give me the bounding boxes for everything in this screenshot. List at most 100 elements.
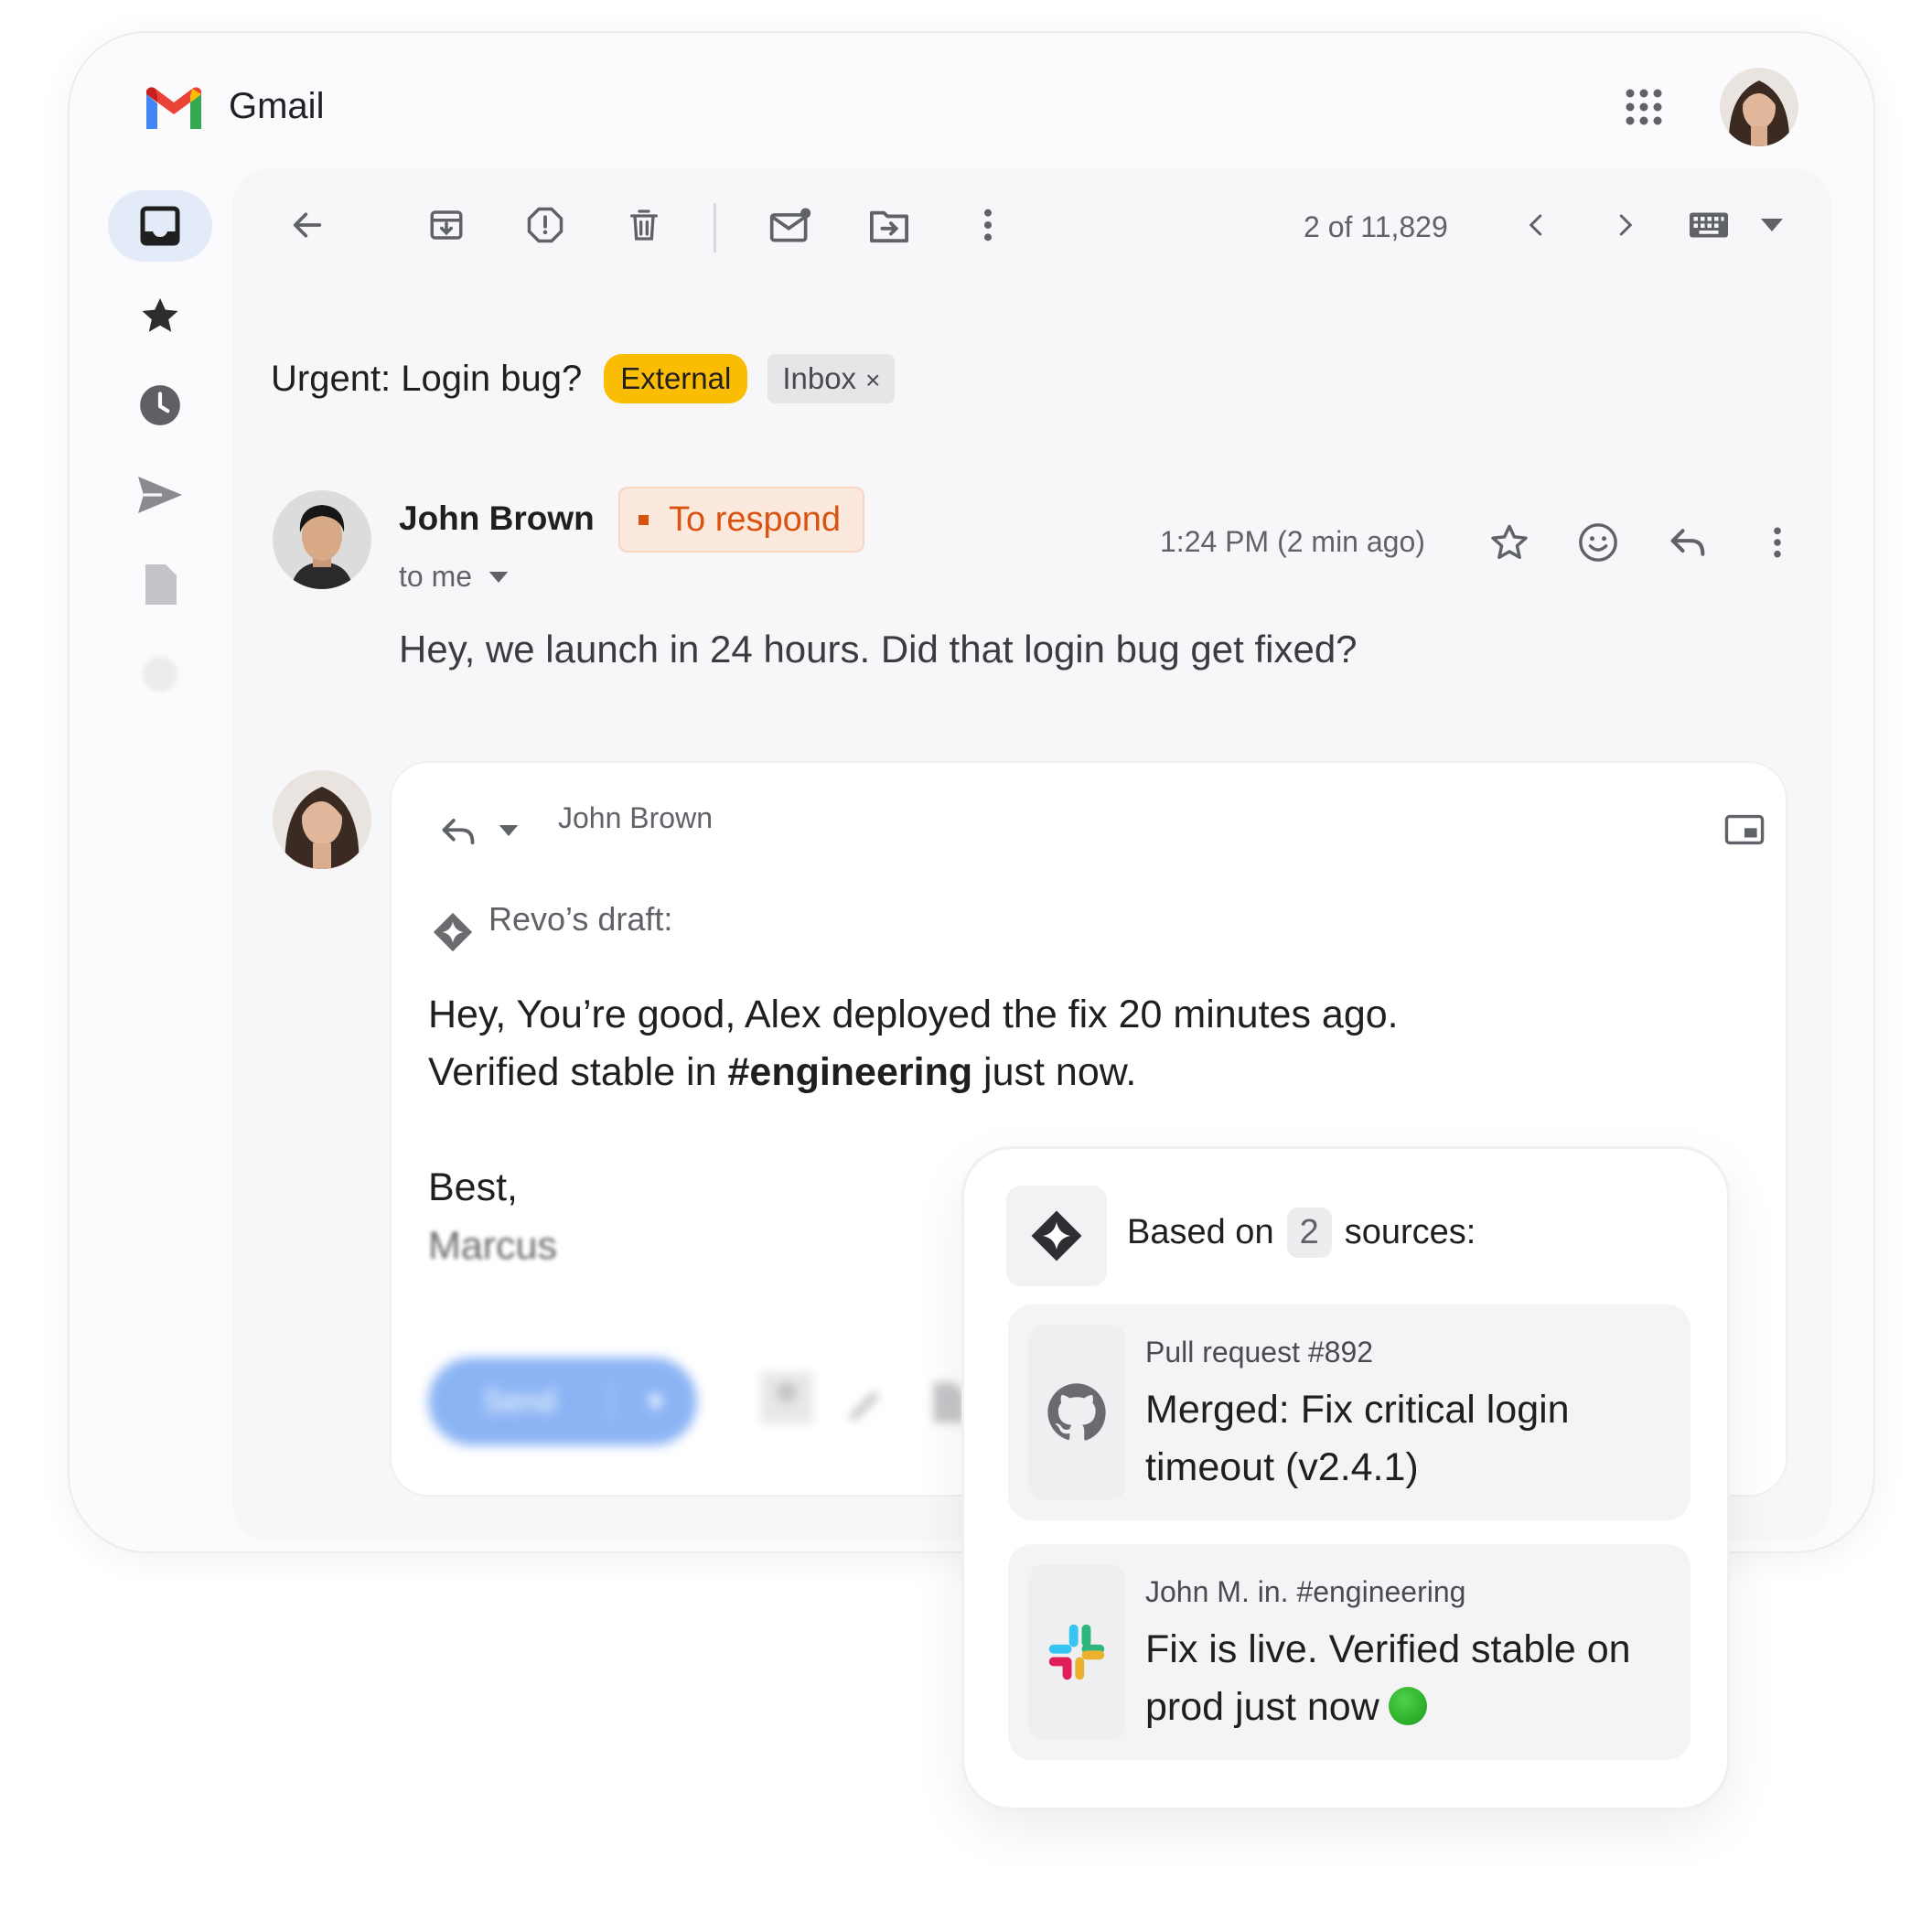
source-text: Fix is live. Verified stable on prod jus… [1145, 1621, 1667, 1736]
draft-label: Revo’s draft: [488, 900, 673, 938]
send-button[interactable]: Send ▾ [428, 1358, 697, 1445]
older-button[interactable] [1603, 203, 1647, 247]
green-circle-icon [1388, 1687, 1427, 1725]
gmail-logo-icon [146, 87, 201, 129]
signature: Marcus [428, 1224, 557, 1268]
to-respond-label: To respond [669, 499, 842, 539]
source-icon-box [1028, 1564, 1125, 1740]
rail-inbox[interactable] [108, 190, 212, 262]
send-icon [138, 477, 182, 513]
recipients-toggle[interactable]: to me [399, 560, 509, 594]
clock-icon [140, 385, 180, 425]
draft-file-icon [145, 564, 177, 605]
slack-icon [1048, 1624, 1105, 1680]
back-button[interactable] [285, 203, 329, 247]
draft-line-2: Verified stable in #engineering just now… [428, 1044, 1399, 1101]
keyboard-icon [1690, 212, 1728, 238]
arrow-left-icon [293, 212, 322, 238]
more-vert-icon [1774, 527, 1781, 558]
inbox-icon [140, 206, 180, 246]
rail-sent[interactable] [108, 459, 212, 531]
draft-line-1: Hey, You’re good, Alex deployed the fix … [428, 993, 1399, 1036]
message-more-button[interactable] [1755, 520, 1800, 565]
rail-drafts[interactable] [108, 549, 212, 620]
source-meta: John M. in. #engineering [1145, 1575, 1466, 1608]
caret-down-icon [1761, 219, 1783, 231]
send-label: Send [483, 1383, 556, 1419]
tag-dot [639, 514, 649, 525]
message-body: Hey, we launch in 24 hours. Did that log… [399, 628, 1358, 671]
star-icon [142, 298, 178, 332]
smiley-icon [1579, 523, 1617, 562]
draft-body[interactable]: Hey, You’re good, Alex deployed the fix … [428, 986, 1399, 1101]
channel-mention: #engineering [727, 1050, 973, 1094]
mark-unread-button[interactable] [768, 203, 812, 247]
sources-icon-box [1006, 1186, 1107, 1286]
pen-icon[interactable] [843, 1381, 889, 1427]
pop-out-icon[interactable] [1723, 814, 1766, 845]
chevron-right-icon [1619, 214, 1633, 236]
mail-unread-icon [769, 208, 811, 242]
account-avatar[interactable] [1720, 68, 1798, 146]
toolbar-divider [714, 203, 716, 252]
reply-type-caret-icon[interactable] [499, 825, 519, 836]
reply-button[interactable] [1665, 520, 1711, 565]
file-icon[interactable] [929, 1379, 966, 1425]
spam-icon [142, 656, 178, 692]
more-actions-button[interactable] [966, 203, 1010, 247]
sign-off: Best, [428, 1165, 518, 1209]
revo-sparkle-icon [1031, 1210, 1082, 1261]
more-vert-icon [984, 209, 992, 242]
app-title: Gmail [229, 86, 325, 126]
source-text: Merged: Fix critical login timeout (v2.4… [1145, 1388, 1570, 1489]
sources-title: Based on 2 sources: [1127, 1208, 1476, 1258]
emoji-react-button[interactable] [1575, 520, 1621, 565]
draft-line-2-prefix: Verified stable in [428, 1050, 728, 1094]
source-icon-box [1028, 1325, 1125, 1500]
sources-title-suffix: sources: [1344, 1213, 1476, 1251]
reply-icon[interactable] [439, 814, 478, 849]
delete-button[interactable] [622, 203, 666, 247]
rail-snoozed[interactable] [108, 370, 212, 441]
reply-recipient[interactable]: John Brown [558, 801, 713, 835]
subject-row: Urgent: Login bug? External Inbox × [271, 351, 896, 406]
sources-title-prefix: Based on [1127, 1213, 1274, 1251]
rail-starred[interactable] [108, 280, 212, 351]
report-icon [527, 207, 564, 243]
move-folder-icon [870, 210, 908, 243]
message-time: 1:24 PM (2 min ago) [1160, 525, 1425, 558]
move-to-button[interactable] [867, 203, 911, 247]
sender-avatar[interactable] [273, 490, 371, 589]
github-icon [1047, 1383, 1106, 1441]
email-subject: Urgent: Login bug? [271, 358, 583, 399]
revo-sparkle-icon [433, 912, 473, 952]
to-respond-tag: To respond [618, 487, 865, 553]
sender-name[interactable]: John Brown [399, 499, 595, 538]
star-button[interactable] [1487, 520, 1532, 565]
source-text-body: Fix is live. Verified stable on prod jus… [1145, 1627, 1631, 1729]
archive-icon [430, 210, 463, 240]
pager-count: 2 of 11,829 [1304, 210, 1448, 243]
archive-button[interactable] [424, 203, 468, 247]
newer-button[interactable] [1515, 203, 1559, 247]
input-tools-button[interactable] [1685, 203, 1786, 247]
attach-person-icon[interactable] [756, 1367, 818, 1429]
apps-grid-icon[interactable] [1624, 87, 1664, 127]
chevron-left-icon [1529, 214, 1542, 236]
source-item[interactable]: John M. in. #engineering Fix is live. Ve… [1008, 1544, 1690, 1760]
star-outline-icon [1491, 524, 1528, 560]
external-label: External [604, 354, 748, 403]
remove-label-icon[interactable]: × [865, 366, 880, 394]
send-options-caret[interactable]: ▾ [611, 1383, 697, 1420]
sources-count: 2 [1286, 1208, 1332, 1258]
inbox-label-text: Inbox [782, 361, 857, 395]
source-item[interactable]: Pull request #892 Merged: Fix critical l… [1008, 1304, 1690, 1520]
trash-icon [630, 209, 658, 241]
report-spam-button[interactable] [523, 203, 567, 247]
user-avatar [273, 770, 371, 869]
inbox-label[interactable]: Inbox × [767, 354, 896, 403]
source-meta: Pull request #892 [1145, 1336, 1374, 1368]
rail-spam[interactable] [108, 639, 212, 710]
reply-icon [1670, 529, 1705, 556]
caret-down-icon [488, 571, 509, 583]
